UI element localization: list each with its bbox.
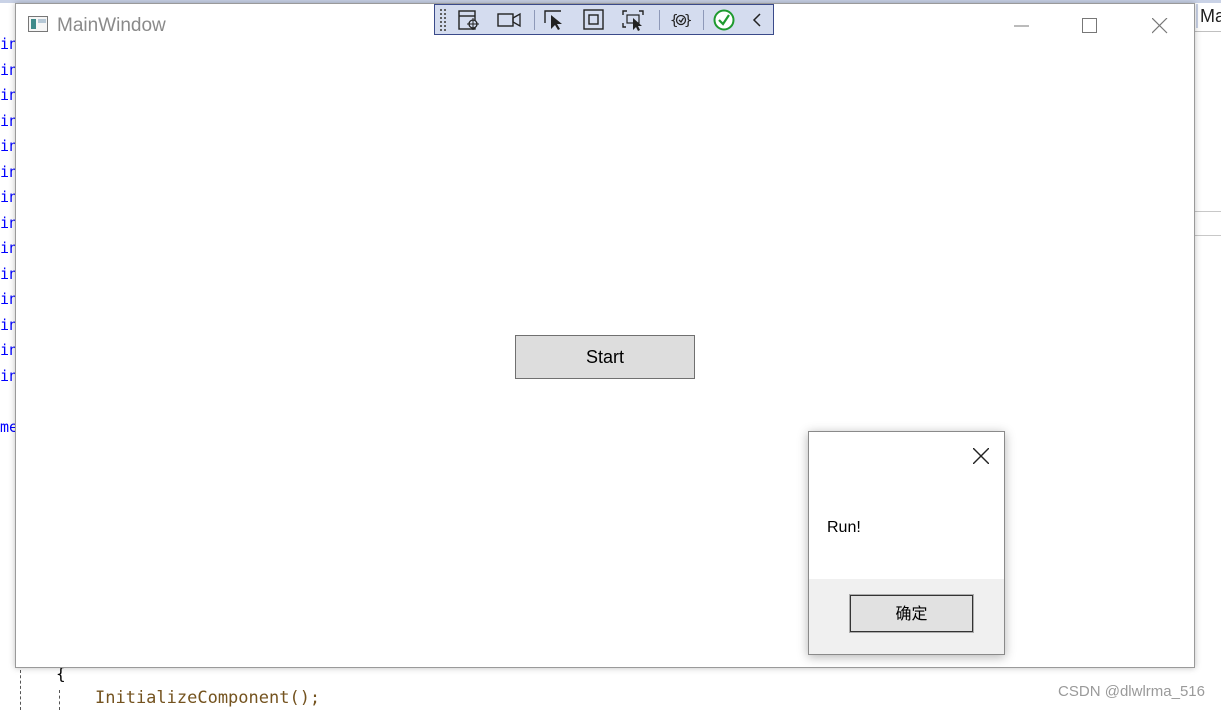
hot-reload-ok-icon [713,9,735,31]
hot-reload-status-button[interactable] [711,8,737,32]
ide-divider [1195,211,1221,212]
maximize-button[interactable] [1056,4,1124,48]
window-title: MainWindow [57,15,166,36]
layout-adorner-icon [583,9,604,30]
main-window: MainWindow Start [15,3,1195,668]
select-element-icon [458,10,479,30]
indent-guide [20,670,21,710]
xaml-debug-toolbar: { } [434,4,774,35]
toolbar-separator [534,10,535,30]
record-icon [497,12,521,28]
code-fragment: in [0,112,16,130]
code-fragment: in [0,265,16,283]
dialog-button-area: 确定 [809,579,1004,654]
message-box-dialog: Run! 确定 [808,431,1005,655]
start-button[interactable]: Start [515,335,695,379]
code-fragment: in [0,341,16,359]
ok-button[interactable]: 确定 [849,594,974,633]
pointer-select-icon [544,10,562,30]
code-fragment: in [0,86,16,104]
ide-document-tab[interactable]: Ma [1196,4,1221,28]
code-fragment: in [0,137,16,155]
close-icon [1152,18,1168,34]
code-fragment: in [0,163,16,181]
code-fragment: in [0,367,16,385]
watermark: CSDN @dlwlrma_516 [1058,683,1205,700]
track-focus-button[interactable] [620,8,646,32]
code-fragment: in [0,290,16,308]
binding-failures-icon: { } [670,13,692,29]
code-fragment: in [0,61,16,79]
record-button[interactable] [495,8,521,32]
maximize-icon [1082,18,1097,33]
ide-divider [1195,235,1221,236]
track-focus-icon [622,10,644,31]
collapse-toolbar-button[interactable] [748,8,766,32]
close-button[interactable] [1126,4,1194,48]
code-fragment: in [0,316,16,334]
live-visual-tree-button[interactable] [456,8,482,32]
code-fragment: in [0,188,16,206]
binding-failures-button[interactable]: { } [668,8,694,32]
minimize-button[interactable] [988,4,1056,48]
close-icon [973,448,989,464]
minimize-icon [1014,25,1029,27]
code-editor-left-fragment: in in in in in in in in in in in in in i… [0,30,16,460]
code-fragment: in [0,214,16,232]
indent-guide [59,690,60,710]
code-line: InitializeComponent(); [95,688,321,708]
collapse-chevron-icon [752,13,761,27]
display-adorners-button[interactable] [581,8,607,32]
toolbar-separator [659,10,660,30]
ide-tab-label: Ma [1200,6,1221,26]
ide-divider [1195,31,1221,32]
dialog-message: Run! [827,519,861,536]
toolbar-grip[interactable] [439,8,447,32]
window-icon [28,16,48,32]
toolbar-separator [703,10,704,30]
code-fragment: in [0,239,16,257]
window-content: Start [16,48,1194,667]
code-fragment: me [0,418,16,436]
select-element-button[interactable] [542,8,568,32]
code-fragment: in [0,35,16,53]
dialog-close-button[interactable] [967,442,995,470]
